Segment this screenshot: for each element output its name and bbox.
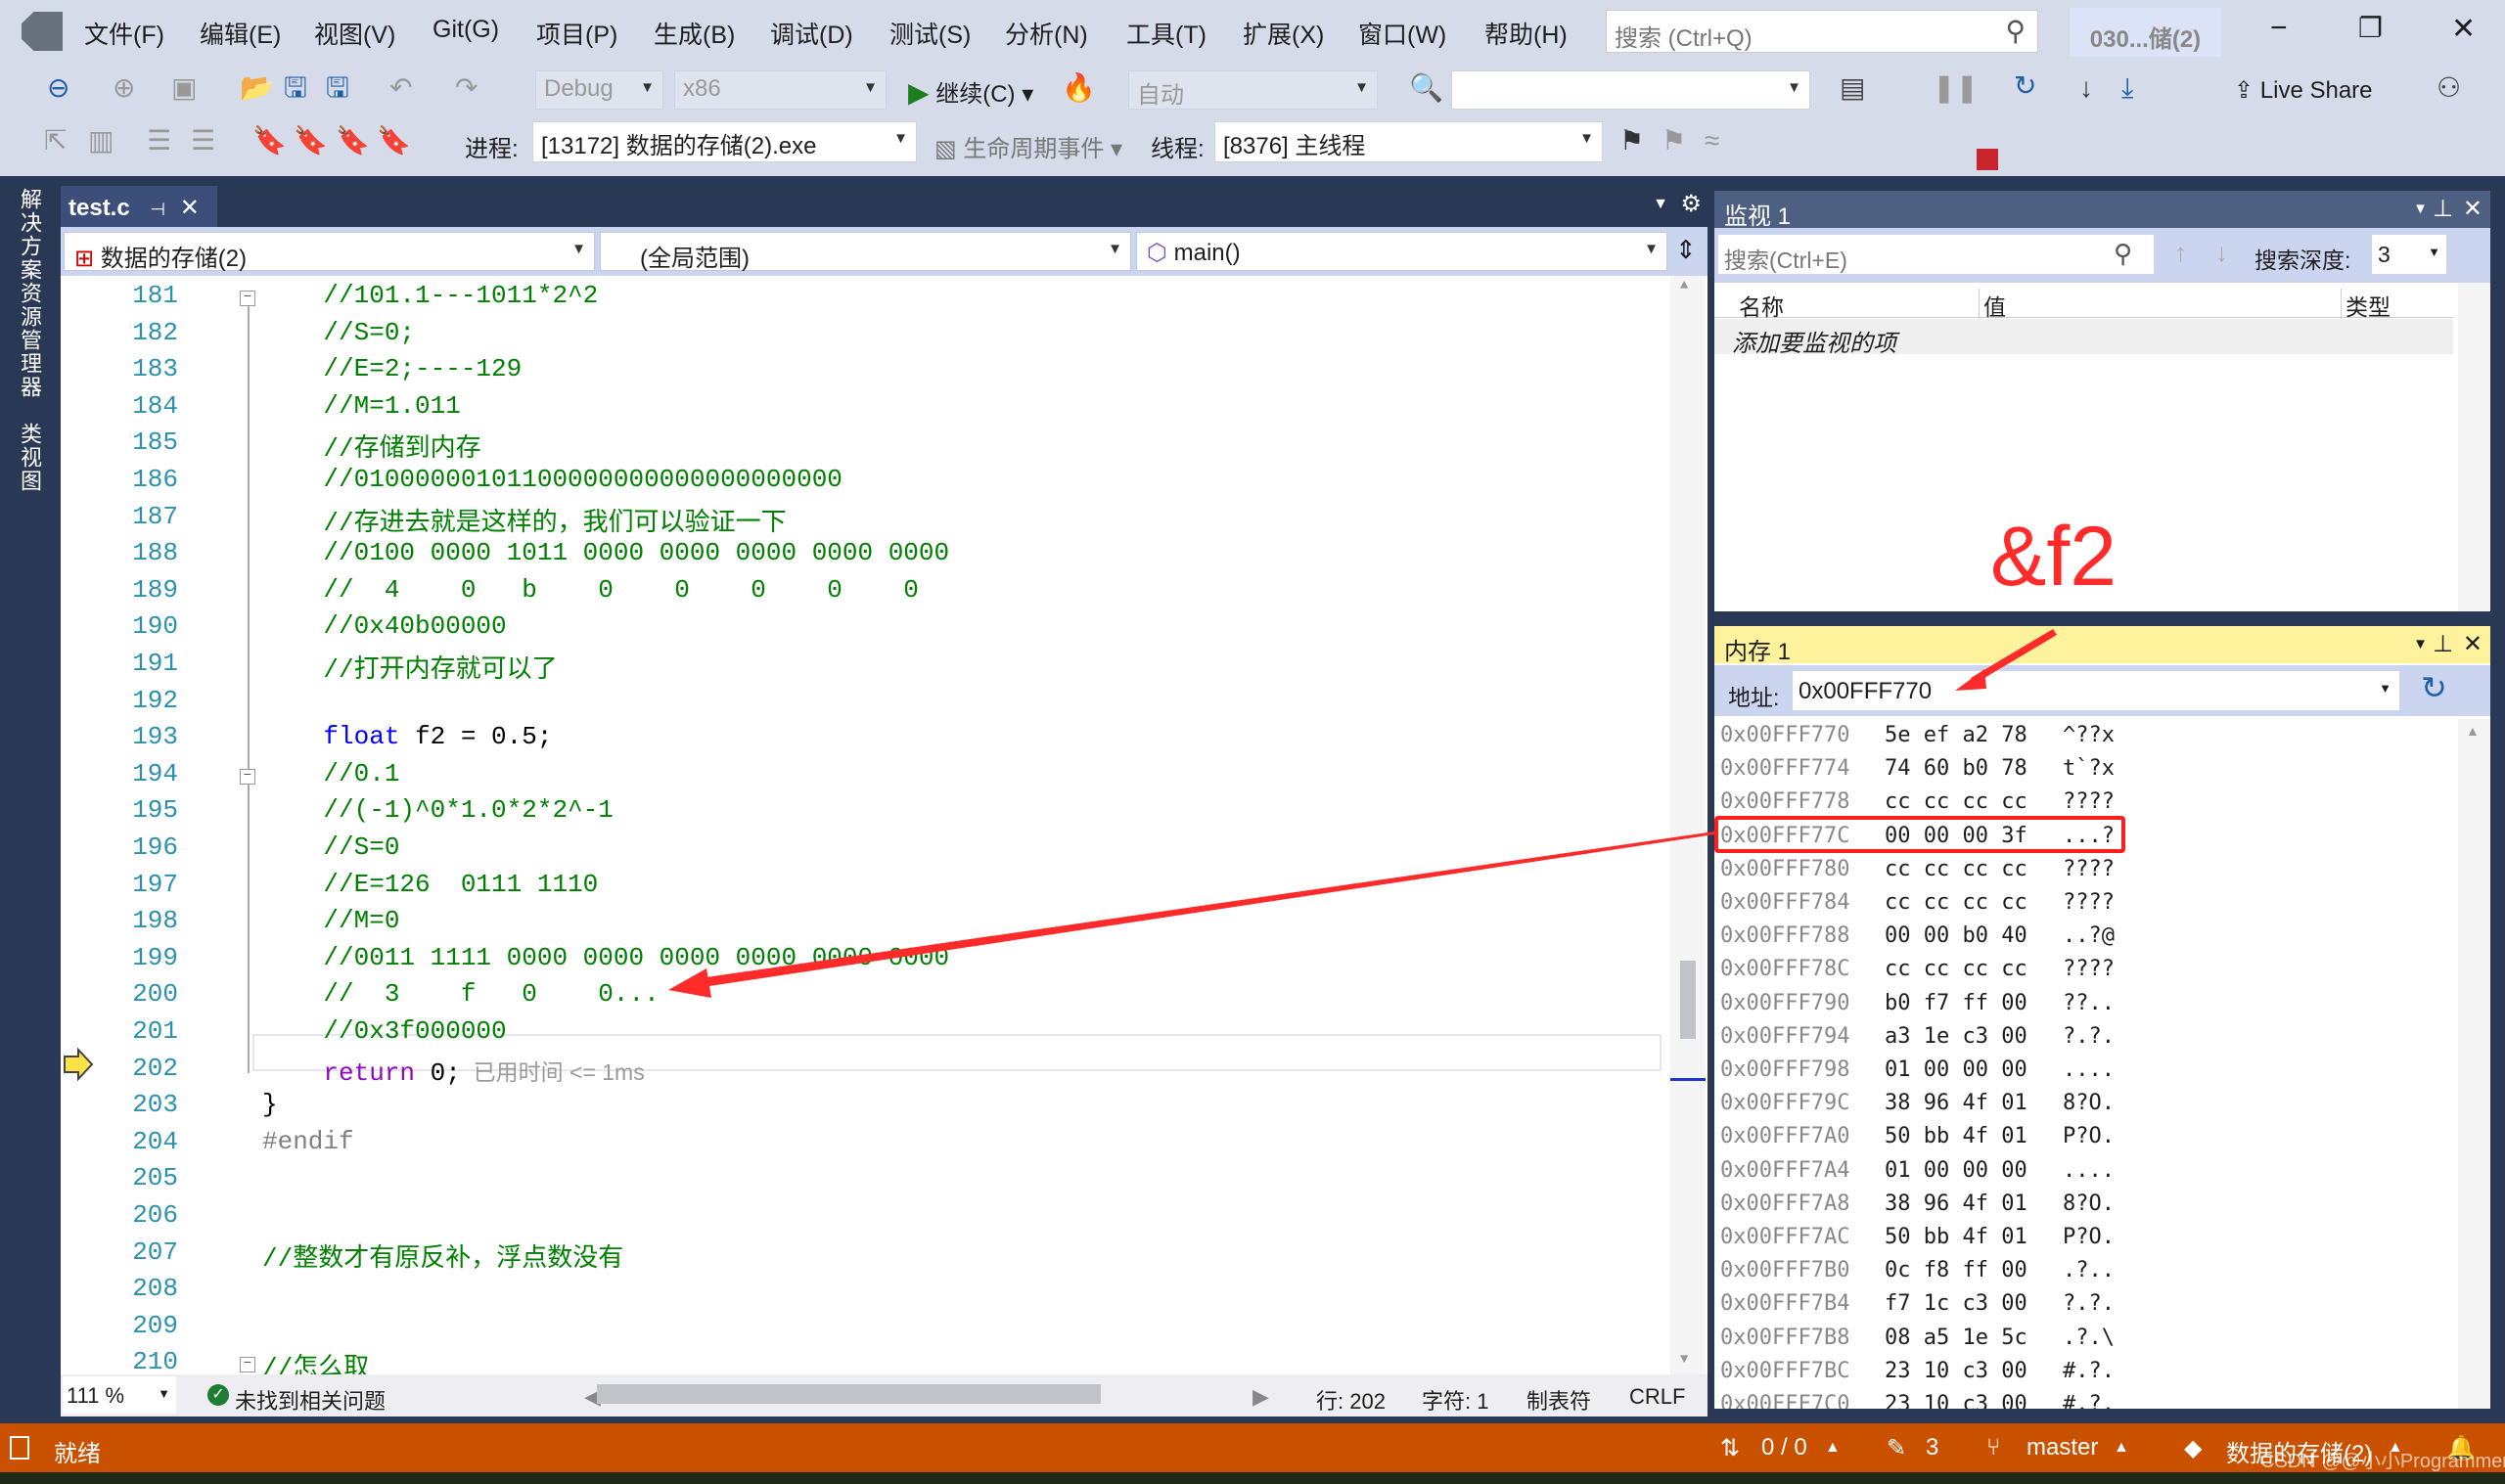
ready-icon: [10, 1436, 29, 1460]
ready-status: 就绪: [54, 1441, 101, 1467]
sync-icon[interactable]: ⇅: [1720, 1434, 1740, 1462]
branch-icon[interactable]: ⑂: [1986, 1434, 2000, 1462]
watermark: CSDN @@小小Programmer: [2260, 1451, 2505, 1472]
git-repo-icon[interactable]: ◆: [2184, 1434, 2202, 1462]
annotation-arrows: [64, 629, 2057, 1082]
changes-count[interactable]: 3: [1926, 1434, 1938, 1462]
desktop-strip: [0, 1472, 2505, 1484]
sync-status[interactable]: 0 / 0: [1761, 1434, 1807, 1462]
address-arrowhead: [1955, 669, 1986, 691]
code-arrowhead: [668, 968, 711, 998]
execution-pointer-icon: [64, 1047, 94, 1082]
pencil-icon[interactable]: ✎: [1887, 1434, 1906, 1462]
caret-up-icon[interactable]: ▲: [2114, 1439, 2129, 1457]
branch-name[interactable]: master: [2027, 1434, 2098, 1462]
caret-up-icon[interactable]: ▲: [1825, 1439, 1841, 1457]
memory-to-code-arrow: [693, 832, 1714, 988]
status-bar: 就绪 ⇅ 0 / 0 ▲ ✎ 3 ⑂ master ▲ ◆ 数据的存储(2) ▲…: [0, 1423, 2505, 1472]
